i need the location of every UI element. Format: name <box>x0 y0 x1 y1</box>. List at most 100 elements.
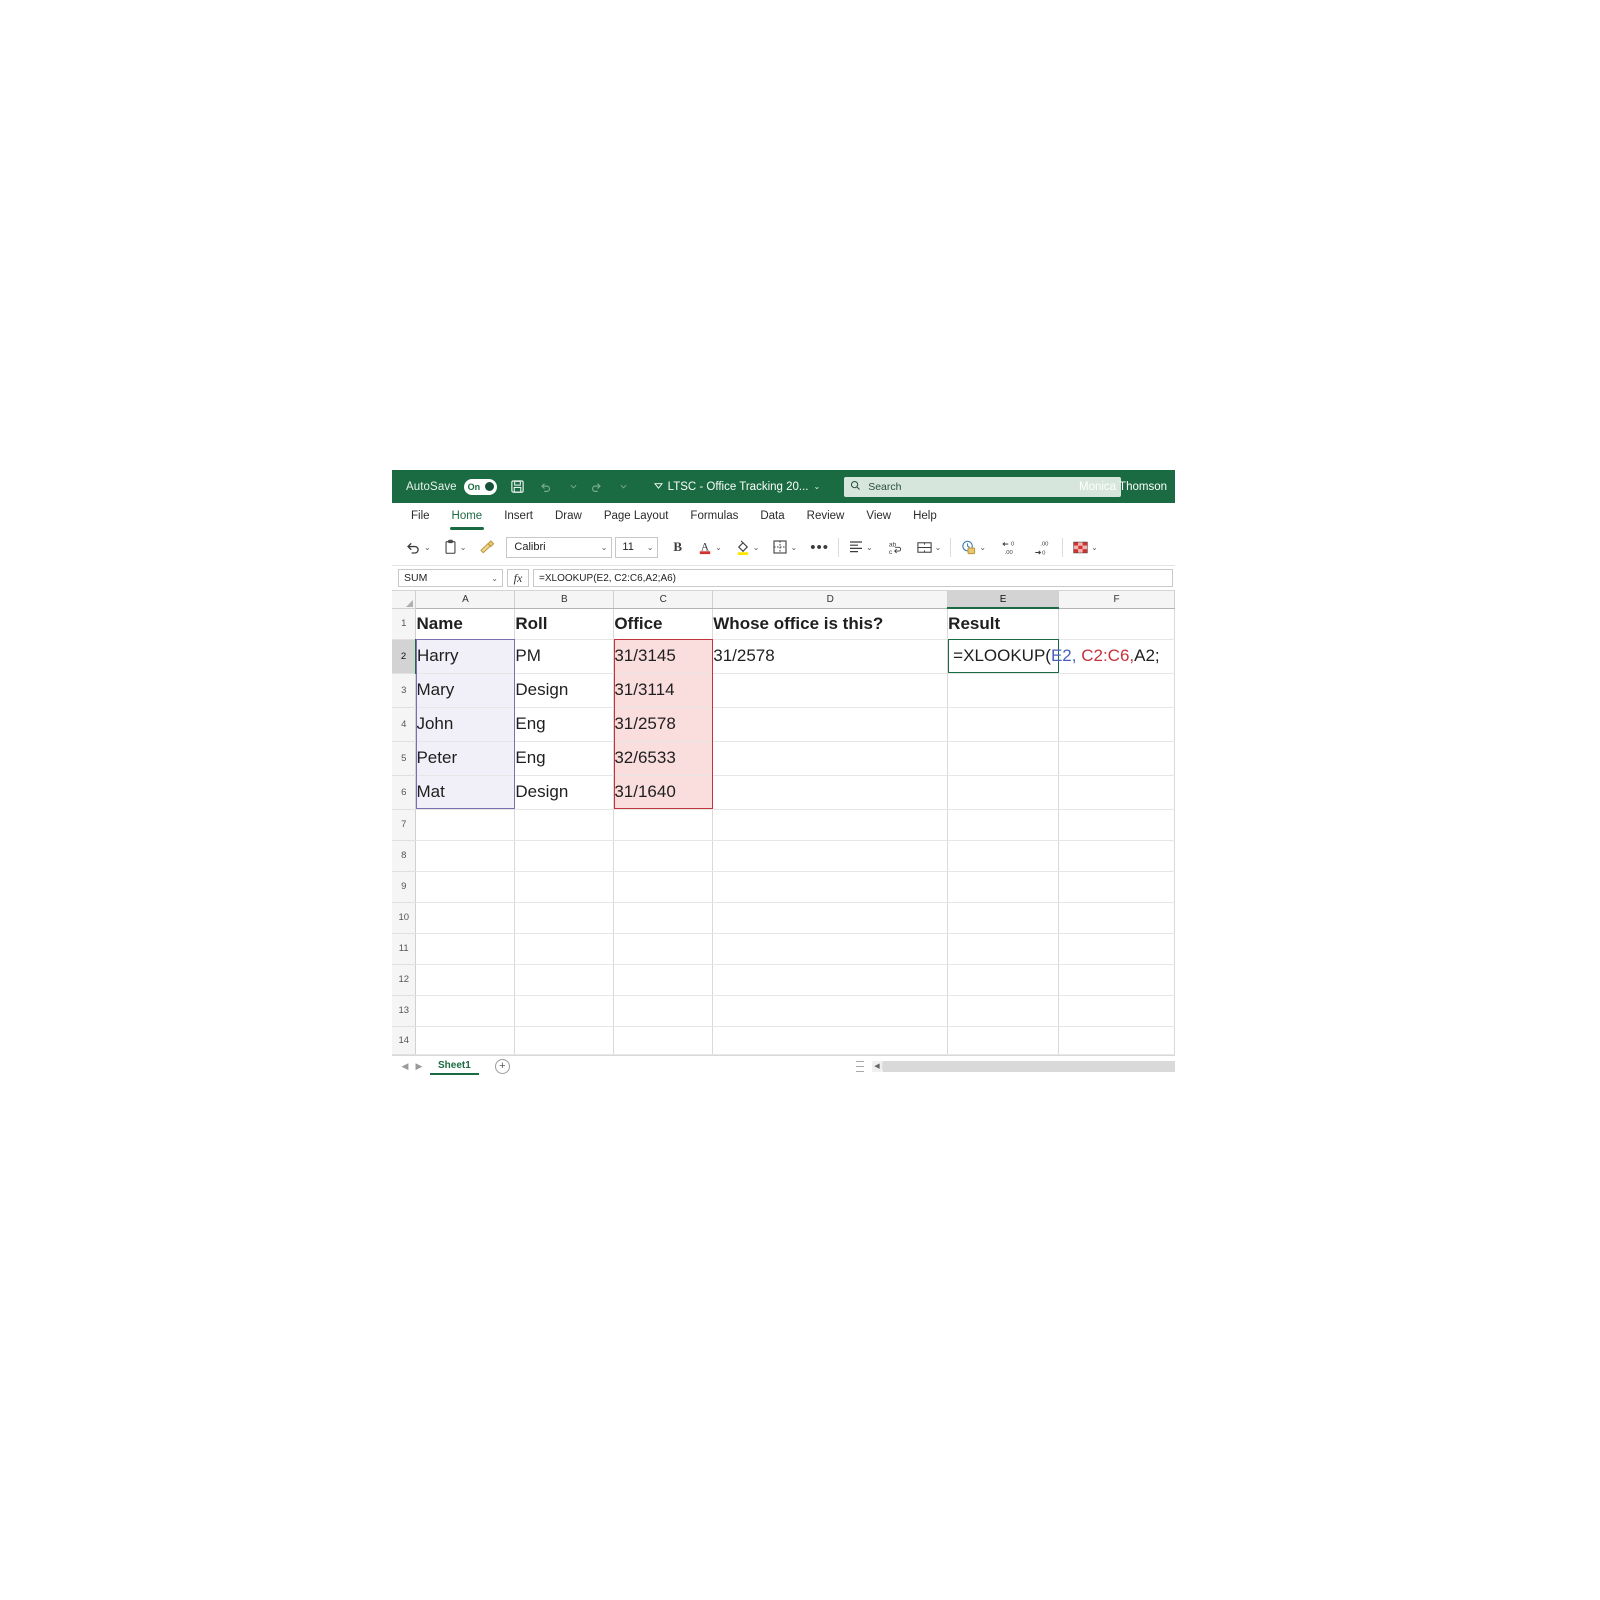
undo-dropdown-icon[interactable] <box>564 477 584 497</box>
format-painter-icon[interactable] <box>476 534 499 560</box>
cell-e13[interactable] <box>947 995 1060 1027</box>
column-header-e[interactable]: E <box>947 591 1060 609</box>
cell-c14[interactable] <box>613 1026 714 1055</box>
cell-a14[interactable] <box>415 1026 516 1055</box>
cell-c6[interactable]: 31/1640 <box>613 775 714 810</box>
borders-caret-icon[interactable]: ⌄ <box>790 543 797 552</box>
cell-f8[interactable] <box>1058 840 1175 872</box>
tab-review[interactable]: Review <box>796 507 856 526</box>
cell-b14[interactable] <box>514 1026 615 1055</box>
cell-b1[interactable]: Roll <box>514 608 615 640</box>
row-header-14[interactable]: 14 <box>392 1026 417 1055</box>
cell-c5[interactable]: 32/6533 <box>613 741 714 776</box>
cell-b10[interactable] <box>514 902 615 934</box>
cell-c9[interactable] <box>613 871 714 903</box>
cell-c4[interactable]: 31/2578 <box>613 707 714 742</box>
cell-d4[interactable] <box>712 707 949 742</box>
name-box[interactable]: SUM ⌄ <box>398 569 503 587</box>
wrap-text-icon[interactable]: ab c <box>883 534 906 560</box>
cell-e7[interactable] <box>947 809 1060 841</box>
bold-button[interactable]: B <box>666 534 689 560</box>
cell-d12[interactable] <box>712 964 949 996</box>
cell-d6[interactable] <box>712 775 949 810</box>
cell-c11[interactable] <box>613 933 714 965</box>
cell-c3[interactable]: 31/3114 <box>613 673 714 708</box>
cell-e4[interactable] <box>947 707 1060 742</box>
cell-a12[interactable] <box>415 964 516 996</box>
cell-f14[interactable] <box>1058 1026 1175 1055</box>
add-sheet-icon[interactable]: + <box>494 1058 510 1074</box>
cell-b5[interactable]: Eng <box>514 741 615 776</box>
cell-b2[interactable]: PM <box>514 639 615 674</box>
search-input[interactable]: Search <box>868 481 901 493</box>
column-header-f[interactable]: F <box>1058 591 1175 609</box>
horizontal-scrollbar[interactable]: ◀ <box>872 1060 1175 1072</box>
cell-b13[interactable] <box>514 995 615 1027</box>
cell-c1[interactable]: Office <box>613 608 714 640</box>
column-header-c[interactable]: C <box>613 591 714 609</box>
tab-help[interactable]: Help <box>902 507 948 526</box>
tab-view[interactable]: View <box>855 507 902 526</box>
cell-b3[interactable]: Design <box>514 673 615 708</box>
column-header-b[interactable]: B <box>514 591 615 609</box>
cell-a6[interactable]: Mat <box>415 775 516 810</box>
borders-icon[interactable]: ⌄ <box>769 534 800 560</box>
cell-d3[interactable] <box>712 673 949 708</box>
row-header-11[interactable]: 11 <box>392 933 417 965</box>
paste-dropdown-caret-icon[interactable]: ⌄ <box>460 543 467 552</box>
row-header-3[interactable]: 3 <box>392 673 417 708</box>
row-header-10[interactable]: 10 <box>392 902 417 934</box>
font-color-caret-icon[interactable]: ⌄ <box>715 543 722 552</box>
cell-c2[interactable]: 31/3145 <box>613 639 714 674</box>
tab-file[interactable]: File <box>400 507 441 526</box>
ellipsis-icon[interactable]: ••• <box>807 534 832 560</box>
number-format-caret-icon[interactable]: ⌄ <box>979 543 986 552</box>
cell-e3[interactable] <box>947 673 1060 708</box>
cell-d8[interactable] <box>712 840 949 872</box>
row-header-9[interactable]: 9 <box>392 871 417 903</box>
cell-c10[interactable] <box>613 902 714 934</box>
cell-f4[interactable] <box>1058 707 1175 742</box>
redo-dropdown-icon[interactable] <box>614 477 634 497</box>
cell-f13[interactable] <box>1058 995 1175 1027</box>
cell-a1[interactable]: Name <box>415 608 516 640</box>
cell-b7[interactable] <box>514 809 615 841</box>
cell-a10[interactable] <box>415 902 516 934</box>
select-all-corner[interactable] <box>392 591 417 609</box>
cell-b12[interactable] <box>514 964 615 996</box>
cell-f7[interactable] <box>1058 809 1175 841</box>
cell-d5[interactable] <box>712 741 949 776</box>
row-header-7[interactable]: 7 <box>392 809 417 841</box>
cell-e1[interactable]: Result <box>947 608 1060 640</box>
autosave-toggle[interactable]: On <box>463 478 497 495</box>
nav-prev-icon[interactable]: ▶ <box>412 1061 426 1072</box>
save-icon[interactable] <box>508 477 528 497</box>
cell-d13[interactable] <box>712 995 949 1027</box>
cell-d2[interactable]: 31/2578 <box>712 639 949 674</box>
cell-e2-active[interactable]: =XLOOKUP(E2, C2:C6,A2; <box>947 639 1160 674</box>
cell-a4[interactable]: John <box>415 707 516 742</box>
formula-input[interactable]: =XLOOKUP(E2, C2:C6,A2;A6) <box>533 569 1173 587</box>
decrease-decimal-icon[interactable]: 0.00 <box>998 534 1024 560</box>
user-name[interactable]: Monica Thomson <box>1079 481 1167 493</box>
split-grip[interactable] <box>856 1060 864 1072</box>
align-left-icon[interactable]: ⌄ <box>845 534 876 560</box>
cell-b8[interactable] <box>514 840 615 872</box>
row-header-4[interactable]: 4 <box>392 707 417 742</box>
cell-e10[interactable] <box>947 902 1060 934</box>
scroll-left-icon[interactable]: ◀ <box>872 1062 883 1070</box>
paste-button[interactable]: ⌄ <box>440 534 470 560</box>
cell-a8[interactable] <box>415 840 516 872</box>
cell-a11[interactable] <box>415 933 516 965</box>
cell-b9[interactable] <box>514 871 615 903</box>
cell-a5[interactable]: Peter <box>415 741 516 776</box>
undo-button[interactable]: ⌄ <box>402 534 434 560</box>
cell-e8[interactable] <box>947 840 1060 872</box>
font-size-caret-icon[interactable]: ⌄ <box>647 543 654 552</box>
cell-c13[interactable] <box>613 995 714 1027</box>
cell-e14[interactable] <box>947 1026 1060 1055</box>
column-header-d[interactable]: D <box>712 591 949 609</box>
cell-b6[interactable]: Design <box>514 775 615 810</box>
cell-f10[interactable] <box>1058 902 1175 934</box>
sheet-tab-sheet1[interactable]: Sheet1 <box>430 1057 479 1075</box>
